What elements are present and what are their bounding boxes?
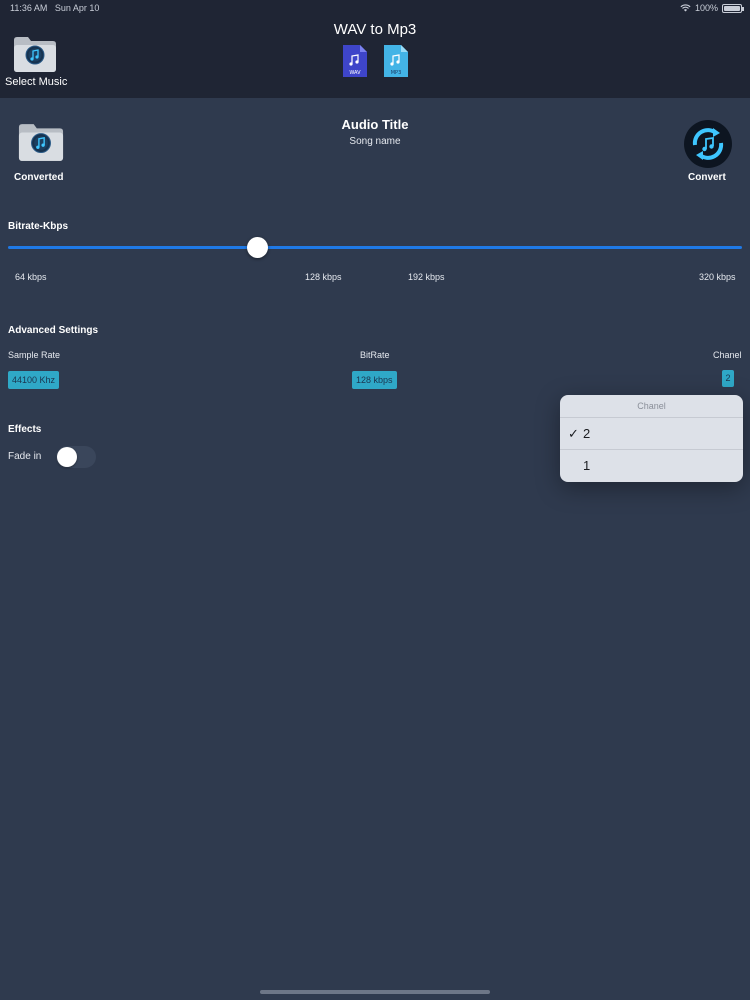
sample-rate-label: Sample Rate [8, 350, 61, 360]
bitrate-tick-192: 192 kbps [408, 272, 445, 282]
fade-in-toggle-knob[interactable] [57, 447, 77, 467]
chanel-popup-menu: Chanel ✓ 2 1 [560, 395, 743, 482]
mp3-file-label: MP3 [391, 70, 402, 76]
checkmark-icon: ✓ [568, 426, 579, 441]
app-screen: 11:36 AM Sun Apr 10 100% WAV to Mp3 Sele… [0, 0, 750, 1000]
bitrate-setting-label: BitRate [360, 350, 390, 360]
select-music-folder-icon[interactable] [12, 34, 58, 74]
status-indicators: 100% [680, 3, 744, 13]
chanel-option-2[interactable]: ✓ 2 [560, 418, 743, 450]
chanel-select[interactable]: 2 [722, 370, 734, 387]
home-indicator [260, 990, 490, 994]
chanel-popup-title: Chanel [560, 395, 743, 418]
advanced-settings-title: Advanced Settings [8, 325, 99, 336]
bitrate-slider-track[interactable] [8, 246, 742, 249]
chanel-option-1[interactable]: 1 [560, 450, 743, 482]
chanel-option-label: 1 [583, 458, 591, 473]
app-title: WAV to Mp3 [333, 21, 417, 38]
bitrate-section-title: Bitrate-Kbps [8, 221, 69, 232]
wav-file-label: WAV [349, 70, 361, 76]
bitrate-tick-64: 64 kbps [15, 272, 47, 282]
wav-file-icon: WAV [341, 43, 369, 79]
bitrate-tick-128: 128 kbps [305, 272, 342, 282]
convert-label[interactable]: Convert [688, 172, 726, 183]
select-music-label[interactable]: Select Music [5, 76, 67, 88]
wifi-icon [680, 4, 691, 12]
battery-icon [722, 3, 744, 13]
status-date: Sun Apr 10 [54, 3, 100, 13]
status-time-text: 11:36 AM [10, 3, 48, 13]
bitrate-tick-320: 320 kbps [699, 272, 736, 282]
convert-icon[interactable] [683, 119, 733, 169]
converted-label[interactable]: Converted [14, 172, 63, 183]
bitrate-select[interactable]: 128 kbps [352, 371, 397, 389]
effects-title: Effects [8, 424, 42, 435]
bitrate-slider-thumb[interactable] [247, 237, 269, 258]
chanel-option-label: 2 [583, 426, 591, 441]
sample-rate-select[interactable]: 44100 Khz [8, 371, 60, 389]
song-name: Song name [349, 136, 401, 147]
audio-title: Audio Title [341, 117, 409, 132]
header-bar: 11:36 AM Sun Apr 10 100% WAV to Mp3 Sele… [0, 0, 750, 98]
mp3-file-icon: MP3 [382, 43, 410, 79]
fade-in-label: Fade in [8, 451, 42, 462]
status-time: 11:36 AM Sun Apr 10 [10, 3, 99, 13]
battery-percent: 100% [694, 3, 718, 13]
chanel-label: Chanel [713, 350, 742, 360]
